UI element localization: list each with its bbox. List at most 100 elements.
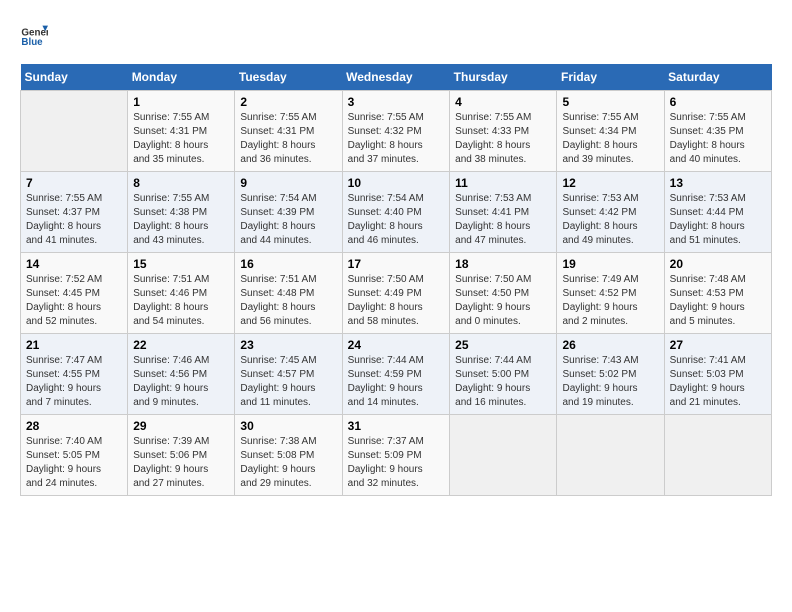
calendar-cell — [450, 415, 557, 496]
day-number: 28 — [26, 419, 122, 433]
day-number: 19 — [562, 257, 658, 271]
day-number: 7 — [26, 176, 122, 190]
calendar-cell — [21, 91, 128, 172]
day-info: Sunrise: 7:39 AM Sunset: 5:06 PM Dayligh… — [133, 435, 229, 491]
header-friday: Friday — [557, 64, 664, 91]
day-info: Sunrise: 7:40 AM Sunset: 5:05 PM Dayligh… — [26, 435, 122, 491]
calendar-cell — [557, 415, 664, 496]
day-number: 8 — [133, 176, 229, 190]
day-number: 27 — [670, 338, 766, 352]
day-info: Sunrise: 7:41 AM Sunset: 5:03 PM Dayligh… — [670, 354, 766, 410]
day-info: Sunrise: 7:55 AM Sunset: 4:32 PM Dayligh… — [348, 111, 445, 167]
calendar-cell: 16Sunrise: 7:51 AM Sunset: 4:48 PM Dayli… — [235, 253, 342, 334]
header-saturday: Saturday — [664, 64, 771, 91]
page-header: General Blue — [20, 20, 772, 48]
day-info: Sunrise: 7:55 AM Sunset: 4:31 PM Dayligh… — [240, 111, 336, 167]
calendar-cell: 25 Sunrise: 7:44 AM Sunset: 5:00 PM Dayli… — [450, 334, 557, 415]
day-number: 18 — [455, 257, 551, 271]
day-info: Sunrise: 7:45 AM Sunset: 4:57 PM Dayligh… — [240, 354, 336, 410]
day-number: 20 — [670, 257, 766, 271]
day-number: 15 — [133, 257, 229, 271]
day-info: Sunrise: 7:55 AM Sunset: 4:31 PM Dayligh… — [133, 111, 229, 167]
day-number: 2 — [240, 95, 336, 109]
day-info: Sunrise: 7:54 AM Sunset: 4:40 PM Dayligh… — [348, 192, 445, 248]
calendar-cell: 23 Sunrise: 7:45 AM Sunset: 4:57 PM Dayli… — [235, 334, 342, 415]
day-number: 25 — [455, 338, 551, 352]
calendar-cell: 17 Sunrise: 7:50 AM Sunset: 4:49 PM Dayli… — [342, 253, 450, 334]
day-info: Sunrise: 7:48 AM Sunset: 4:53 PM Dayligh… — [670, 273, 766, 329]
day-info: Sunrise: 7:44 AM Sunset: 5:00 PM Dayligh… — [455, 354, 551, 410]
day-number: 1 — [133, 95, 229, 109]
day-info: Sunrise: 7:50 AM Sunset: 4:49 PM Dayligh… — [348, 273, 445, 329]
day-info: Sunrise: 7:51 AM Sunset: 4:46 PM Dayligh… — [133, 273, 229, 329]
calendar-cell: 1 Sunrise: 7:55 AM Sunset: 4:31 PM Daylig… — [128, 91, 235, 172]
day-number: 3 — [348, 95, 445, 109]
day-number: 10 — [348, 176, 445, 190]
day-number: 26 — [562, 338, 658, 352]
header-sunday: Sunday — [21, 64, 128, 91]
day-info: Sunrise: 7:38 AM Sunset: 5:08 PM Dayligh… — [240, 435, 336, 491]
calendar-cell: 29Sunrise: 7:39 AM Sunset: 5:06 PM Dayli… — [128, 415, 235, 496]
header-thursday: Thursday — [450, 64, 557, 91]
calendar-week-4: 21 Sunrise: 7:47 AM Sunset: 4:55 PM Dayli… — [21, 334, 772, 415]
calendar-cell: 20 Sunrise: 7:48 AM Sunset: 4:53 PM Dayli… — [664, 253, 771, 334]
calendar-cell: 12Sunrise: 7:53 AM Sunset: 4:42 PM Dayli… — [557, 172, 664, 253]
calendar-cell: 15 Sunrise: 7:51 AM Sunset: 4:46 PM Dayli… — [128, 253, 235, 334]
day-number: 5 — [562, 95, 658, 109]
header-monday: Monday — [128, 64, 235, 91]
day-number: 31 — [348, 419, 445, 433]
calendar-cell: 27 Sunrise: 7:41 AM Sunset: 5:03 PM Dayli… — [664, 334, 771, 415]
day-info: Sunrise: 7:51 AM Sunset: 4:48 PM Dayligh… — [240, 273, 336, 329]
day-number: 17 — [348, 257, 445, 271]
day-info: Sunrise: 7:52 AM Sunset: 4:45 PM Dayligh… — [26, 273, 122, 329]
calendar-cell: 7 Sunrise: 7:55 AM Sunset: 4:37 PM Daylig… — [21, 172, 128, 253]
day-number: 11 — [455, 176, 551, 190]
calendar-week-5: 28 Sunrise: 7:40 AM Sunset: 5:05 PM Dayli… — [21, 415, 772, 496]
day-info: Sunrise: 7:54 AM Sunset: 4:39 PM Dayligh… — [240, 192, 336, 248]
day-info: Sunrise: 7:43 AM Sunset: 5:02 PM Dayligh… — [562, 354, 658, 410]
day-number: 12 — [562, 176, 658, 190]
day-number: 24 — [348, 338, 445, 352]
day-number: 9 — [240, 176, 336, 190]
day-number: 4 — [455, 95, 551, 109]
day-info: Sunrise: 7:44 AM Sunset: 4:59 PM Dayligh… — [348, 354, 445, 410]
day-info: Sunrise: 7:55 AM Sunset: 4:38 PM Dayligh… — [133, 192, 229, 248]
day-number: 23 — [240, 338, 336, 352]
day-number: 30 — [240, 419, 336, 433]
calendar-week-3: 14Sunrise: 7:52 AM Sunset: 4:45 PM Dayli… — [21, 253, 772, 334]
header-wednesday: Wednesday — [342, 64, 450, 91]
calendar-cell: 4 Sunrise: 7:55 AM Sunset: 4:33 PM Daylig… — [450, 91, 557, 172]
calendar-cell: 6 Sunrise: 7:55 AM Sunset: 4:35 PM Daylig… — [664, 91, 771, 172]
calendar-cell: 9 Sunrise: 7:54 AM Sunset: 4:39 PM Daylig… — [235, 172, 342, 253]
calendar-week-1: 1 Sunrise: 7:55 AM Sunset: 4:31 PM Daylig… — [21, 91, 772, 172]
day-info: Sunrise: 7:53 AM Sunset: 4:41 PM Dayligh… — [455, 192, 551, 248]
day-info: Sunrise: 7:53 AM Sunset: 4:44 PM Dayligh… — [670, 192, 766, 248]
day-info: Sunrise: 7:37 AM Sunset: 5:09 PM Dayligh… — [348, 435, 445, 491]
calendar-cell: 31 Sunrise: 7:37 AM Sunset: 5:09 PM Dayli… — [342, 415, 450, 496]
day-number: 21 — [26, 338, 122, 352]
header-tuesday: Tuesday — [235, 64, 342, 91]
day-info: Sunrise: 7:55 AM Sunset: 4:37 PM Dayligh… — [26, 192, 122, 248]
calendar-cell: 24 Sunrise: 7:44 AM Sunset: 4:59 PM Dayli… — [342, 334, 450, 415]
calendar-cell: 2 Sunrise: 7:55 AM Sunset: 4:31 PM Daylig… — [235, 91, 342, 172]
calendar-header-row: SundayMondayTuesdayWednesdayThursdayFrid… — [21, 64, 772, 91]
logo: General Blue — [20, 20, 48, 48]
day-info: Sunrise: 7:55 AM Sunset: 4:33 PM Dayligh… — [455, 111, 551, 167]
day-info: Sunrise: 7:49 AM Sunset: 4:52 PM Dayligh… — [562, 273, 658, 329]
calendar-cell — [664, 415, 771, 496]
day-info: Sunrise: 7:50 AM Sunset: 4:50 PM Dayligh… — [455, 273, 551, 329]
calendar-week-2: 7 Sunrise: 7:55 AM Sunset: 4:37 PM Daylig… — [21, 172, 772, 253]
svg-text:Blue: Blue — [21, 37, 43, 48]
calendar-cell: 5Sunrise: 7:55 AM Sunset: 4:34 PM Daylig… — [557, 91, 664, 172]
calendar-cell: 19 Sunrise: 7:49 AM Sunset: 4:52 PM Dayli… — [557, 253, 664, 334]
calendar-cell: 21 Sunrise: 7:47 AM Sunset: 4:55 PM Dayli… — [21, 334, 128, 415]
day-info: Sunrise: 7:55 AM Sunset: 4:35 PM Dayligh… — [670, 111, 766, 167]
day-number: 6 — [670, 95, 766, 109]
calendar-cell: 30 Sunrise: 7:38 AM Sunset: 5:08 PM Dayli… — [235, 415, 342, 496]
day-info: Sunrise: 7:46 AM Sunset: 4:56 PM Dayligh… — [133, 354, 229, 410]
calendar-cell: 11 Sunrise: 7:53 AM Sunset: 4:41 PM Dayli… — [450, 172, 557, 253]
day-info: Sunrise: 7:47 AM Sunset: 4:55 PM Dayligh… — [26, 354, 122, 410]
calendar-table: SundayMondayTuesdayWednesdayThursdayFrid… — [20, 64, 772, 496]
calendar-cell: 3 Sunrise: 7:55 AM Sunset: 4:32 PM Daylig… — [342, 91, 450, 172]
calendar-cell: 28 Sunrise: 7:40 AM Sunset: 5:05 PM Dayli… — [21, 415, 128, 496]
